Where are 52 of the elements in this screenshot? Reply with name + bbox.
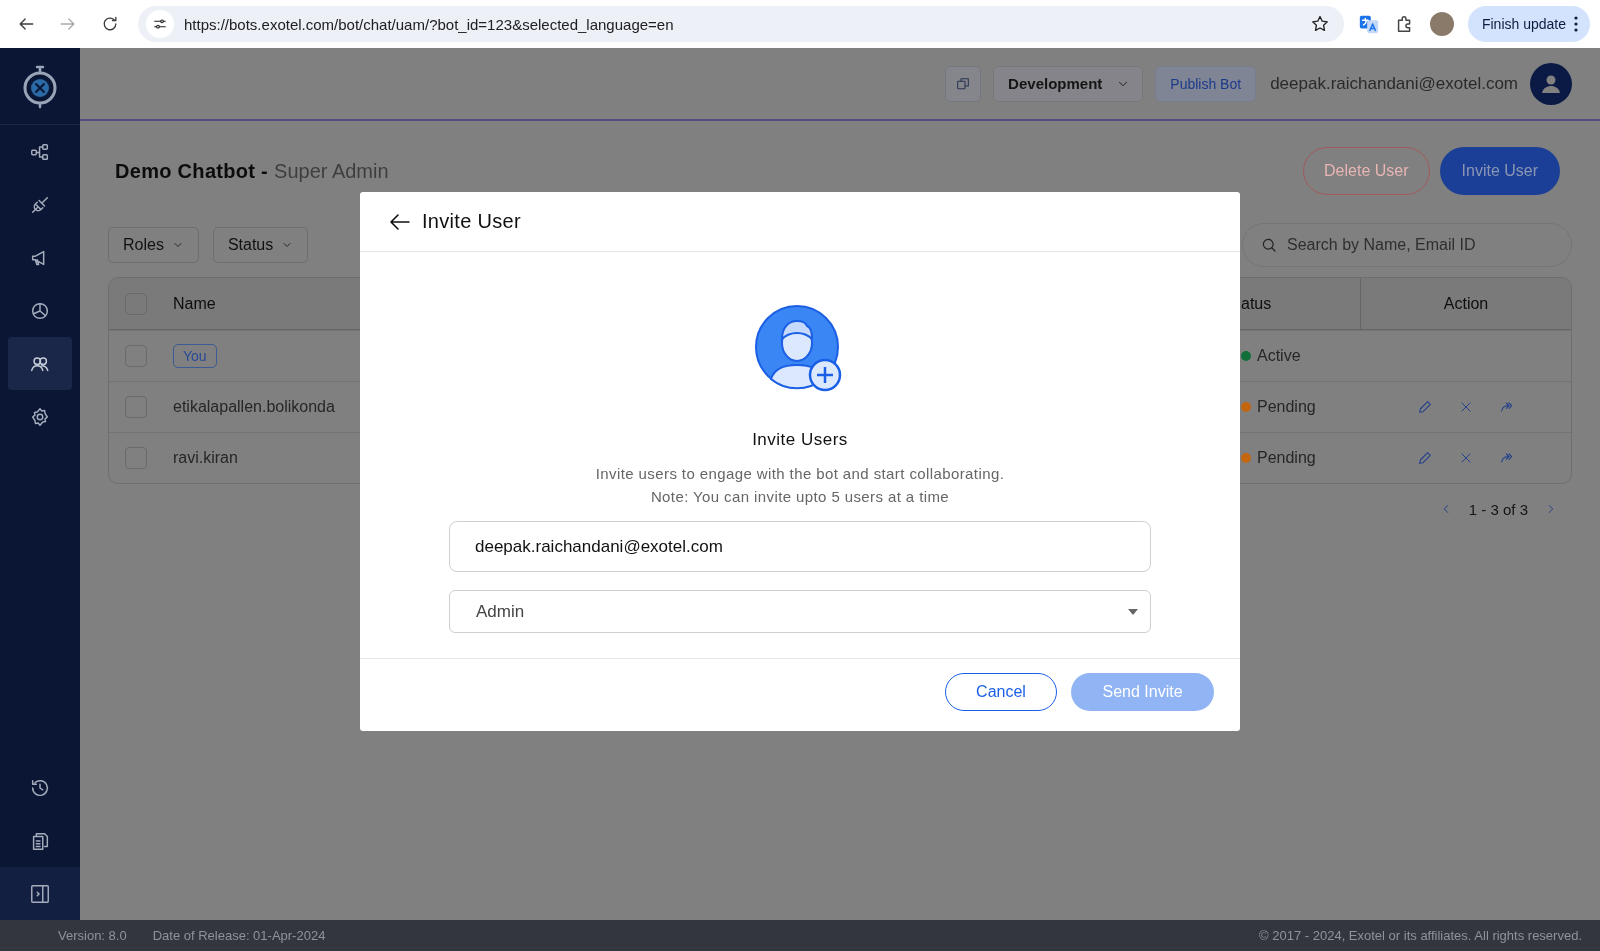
gear-icon (29, 405, 51, 428)
profile-avatar[interactable] (1429, 12, 1454, 36)
status-text: Pending (1257, 449, 1316, 467)
environment-dropdown[interactable]: Development (993, 65, 1144, 102)
page-title: Demo Chatbot - (115, 159, 269, 183)
version-text: Version: 8.0 (58, 928, 127, 943)
user-name: ravi.kiran (173, 449, 238, 467)
status-text: Pending (1257, 398, 1316, 416)
cancel-button[interactable]: Cancel (945, 673, 1057, 711)
description-text: Invite users to engage with the bot and start collaborating. (595, 465, 1005, 482)
dialog-heading: Invite Users (752, 430, 848, 450)
address-bar[interactable]: https://bots.exotel.com/bot/chat/uam/?bot_id=123&selected_language=en (138, 6, 1344, 42)
column-header: Name (173, 294, 216, 313)
invite-user-button[interactable]: Invite User (1439, 147, 1560, 195)
role-label: Super Admin (274, 159, 390, 183)
copyright-text: © 2017 - 2024, Exotel or its affiliates. All rights reserved. (1259, 928, 1582, 943)
copy-icon (955, 75, 972, 92)
release-date-text: Date of Release: 01-Apr-2024 (152, 928, 326, 943)
sidebar-item[interactable] (0, 867, 80, 920)
dialog-title: Invite User (422, 210, 521, 233)
dropdown-triangle-icon (1128, 608, 1138, 615)
pagination-text: 1 - 3 of 3 (1468, 500, 1528, 518)
column-header: Action (1443, 294, 1489, 313)
expand-panel-icon (29, 882, 51, 905)
star-icon (1309, 14, 1330, 34)
copy-button[interactable] (945, 65, 982, 102)
user-name: etikalapallen.bolikonda (173, 398, 335, 416)
search-icon (1260, 236, 1278, 254)
column-header: atus (1241, 294, 1272, 313)
close-icon (1459, 400, 1473, 414)
double-arrow-icon (1499, 399, 1515, 415)
search-field[interactable]: Search by Name, Email ID (1242, 223, 1572, 267)
logo-icon (21, 63, 59, 109)
kebab-menu-icon (1574, 16, 1578, 32)
email-field[interactable]: deepak.raichandani@exotel.com (449, 521, 1151, 572)
publish-bot-button[interactable]: Publish Bot (1155, 65, 1257, 102)
double-arrow-icon (1499, 450, 1515, 466)
url-text: https://bots.exotel.com/bot/chat/uam/?bot_id=123&selected_language=en (184, 15, 675, 33)
finish-update-button[interactable]: Finish update (1467, 6, 1590, 42)
filter-dropdown[interactable]: Roles (108, 227, 199, 263)
pencil-icon (1417, 450, 1433, 466)
sidebar-item[interactable] (8, 337, 72, 390)
role-dropdown[interactable]: Admin (449, 590, 1151, 633)
user-email: deepak.raichandani@exotel.com (1270, 73, 1518, 94)
user-avatar[interactable] (1530, 62, 1572, 105)
close-icon (1459, 451, 1473, 465)
status-text: Active (1257, 347, 1301, 365)
filter-dropdown[interactable]: Status (212, 227, 309, 263)
note-text: Note: You can invite upto 5 users at a time (650, 488, 950, 505)
you-tag: You (173, 344, 217, 368)
pencil-icon (1417, 399, 1433, 415)
translate-icon (1357, 13, 1380, 35)
